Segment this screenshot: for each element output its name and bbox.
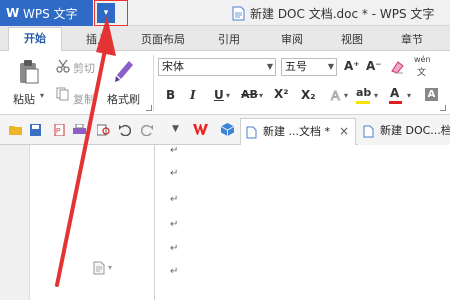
italic-button[interactable]: I bbox=[190, 88, 196, 102]
wps-window: W WPS 文字 ▾ 新建 DOC 文档.doc * - WPS 文字 开始 插… bbox=[0, 0, 450, 300]
wps-logo-icon: W bbox=[6, 5, 20, 20]
document-canvas[interactable]: ↵ ↵ ↵ ↵ ↵ ↵ ▾ bbox=[0, 145, 450, 300]
svg-text:A: A bbox=[331, 88, 340, 103]
document-icon bbox=[246, 126, 257, 139]
phonetic-guide-button[interactable]: wén bbox=[414, 55, 431, 64]
format-painter-button[interactable]: 格式刷 bbox=[107, 91, 140, 107]
app-name-label: WPS 文字 bbox=[23, 6, 78, 21]
print-preview-icon[interactable] bbox=[97, 124, 110, 136]
bold-button[interactable]: B bbox=[166, 88, 175, 102]
text-effect-dropdown-icon[interactable]: ▾ bbox=[344, 91, 348, 100]
redo-icon[interactable] bbox=[141, 124, 154, 136]
chevron-down-icon: ▾ bbox=[97, 3, 115, 23]
print-icon[interactable] bbox=[73, 124, 86, 136]
tab-section[interactable]: 章节 bbox=[401, 31, 423, 47]
copy-button[interactable]: 复制 bbox=[73, 91, 95, 107]
text-effect-icon[interactable]: A bbox=[329, 87, 345, 104]
window-title: 新建 DOC 文档.doc * - WPS 文字 bbox=[250, 7, 435, 21]
paragraph-mark: ↵ bbox=[170, 194, 179, 205]
paragraph-mark: ↵ bbox=[170, 168, 179, 179]
chevron-down-icon: ▼ bbox=[266, 62, 273, 71]
format-painter-icon[interactable] bbox=[113, 57, 137, 83]
paste-button[interactable]: 粘贴 bbox=[13, 91, 35, 107]
quick-access-bar: P ▼ 新建 ...文档 * × 新建 DOC...档 bbox=[0, 115, 450, 145]
wps-app-menu-button[interactable]: W WPS 文字 bbox=[0, 0, 93, 26]
document-tab-active[interactable]: 新建 ...文档 * × bbox=[240, 118, 356, 145]
cube-icon[interactable] bbox=[220, 122, 235, 137]
ribbon-home: 粘贴 ▾ 剪切 复制 格式刷 宋体 ▼ 五号 ▼ A⁺ A⁻ wén 文 B I… bbox=[0, 51, 450, 115]
cut-button[interactable]: 剪切 bbox=[73, 60, 95, 76]
grow-font-button[interactable]: A⁺ bbox=[344, 59, 360, 73]
tab-insert[interactable]: 插入 bbox=[86, 31, 108, 47]
phonetic-icon[interactable]: 文 bbox=[417, 65, 426, 78]
paragraph-mark: ↵ bbox=[170, 243, 179, 254]
paragraph-mark: ↵ bbox=[170, 219, 179, 230]
clipboard-launcher-icon[interactable] bbox=[146, 105, 152, 111]
paste-icon[interactable] bbox=[18, 59, 40, 85]
app-menu-dropdown-button[interactable]: ▾ bbox=[94, 0, 128, 26]
save-icon[interactable] bbox=[29, 124, 42, 136]
font-color-dropdown-icon[interactable]: ▾ bbox=[407, 91, 411, 100]
strikethrough-button[interactable]: AB bbox=[241, 88, 258, 101]
chevron-down-icon: ▼ bbox=[327, 62, 334, 71]
customize-toolbar-dropdown-icon[interactable]: ▼ bbox=[172, 124, 179, 134]
font-size-select[interactable]: 五号 ▼ bbox=[281, 58, 337, 76]
group-separator bbox=[153, 55, 154, 111]
paragraph-mark: ↵ bbox=[170, 145, 179, 156]
open-folder-icon[interactable] bbox=[9, 124, 22, 136]
clear-format-icon[interactable] bbox=[389, 59, 405, 75]
tab-references[interactable]: 引用 bbox=[218, 31, 240, 47]
ribbon-tab-row: 开始 插入 页面布局 引用 审阅 视图 章节 bbox=[0, 26, 450, 51]
document-icon bbox=[363, 125, 374, 138]
undo-icon[interactable] bbox=[118, 124, 131, 136]
subscript-button[interactable]: X₂ bbox=[301, 88, 316, 102]
document-tab[interactable]: 新建 DOC...档 bbox=[358, 118, 450, 145]
copy-icon[interactable] bbox=[56, 87, 70, 101]
document-tab-label: 新建 DOC...档 bbox=[380, 124, 450, 137]
underline-dropdown-icon[interactable]: ▾ bbox=[226, 91, 230, 100]
title-bar: W WPS 文字 ▾ 新建 DOC 文档.doc * - WPS 文字 bbox=[0, 0, 450, 26]
highlight-color-swatch bbox=[356, 101, 370, 104]
tab-page-layout[interactable]: 页面布局 bbox=[141, 31, 185, 47]
shrink-font-button[interactable]: A⁻ bbox=[366, 59, 382, 73]
paste-dropdown-icon[interactable]: ▾ bbox=[40, 91, 44, 100]
font-color-swatch bbox=[389, 101, 402, 104]
page-margin-guide bbox=[154, 145, 155, 300]
tab-view[interactable]: 视图 bbox=[341, 31, 363, 47]
tab-review[interactable]: 审阅 bbox=[281, 31, 303, 47]
paragraph-layout-icon[interactable] bbox=[93, 261, 105, 275]
highlight-button[interactable]: ab bbox=[356, 86, 371, 99]
paragraph-layout-dropdown-icon[interactable]: ▾ bbox=[108, 263, 112, 272]
underline-button[interactable]: U bbox=[214, 88, 224, 102]
wps-w-icon[interactable] bbox=[193, 123, 208, 136]
close-tab-icon[interactable]: × bbox=[339, 119, 349, 144]
tab-home[interactable]: 开始 bbox=[8, 27, 62, 51]
highlight-dropdown-icon[interactable]: ▾ bbox=[374, 91, 378, 100]
font-size-value: 五号 bbox=[285, 60, 307, 73]
svg-text:P: P bbox=[56, 128, 61, 135]
document-icon bbox=[232, 6, 245, 21]
strikethrough-dropdown-icon[interactable]: ▾ bbox=[259, 91, 263, 100]
font-name-value: 宋体 bbox=[162, 60, 184, 73]
font-color-button[interactable]: A bbox=[390, 86, 399, 100]
paragraph-mark: ↵ bbox=[170, 266, 179, 277]
left-navigation-strip bbox=[0, 145, 30, 300]
character-shading-icon[interactable]: A bbox=[425, 88, 438, 101]
font-launcher-icon[interactable] bbox=[440, 105, 446, 111]
superscript-button[interactable]: X² bbox=[274, 87, 289, 101]
document-tab-label: 新建 ...文档 * bbox=[263, 125, 330, 138]
font-name-select[interactable]: 宋体 ▼ bbox=[158, 58, 276, 76]
scissors-icon[interactable] bbox=[56, 59, 70, 73]
output-pdf-icon[interactable]: P bbox=[53, 124, 66, 136]
